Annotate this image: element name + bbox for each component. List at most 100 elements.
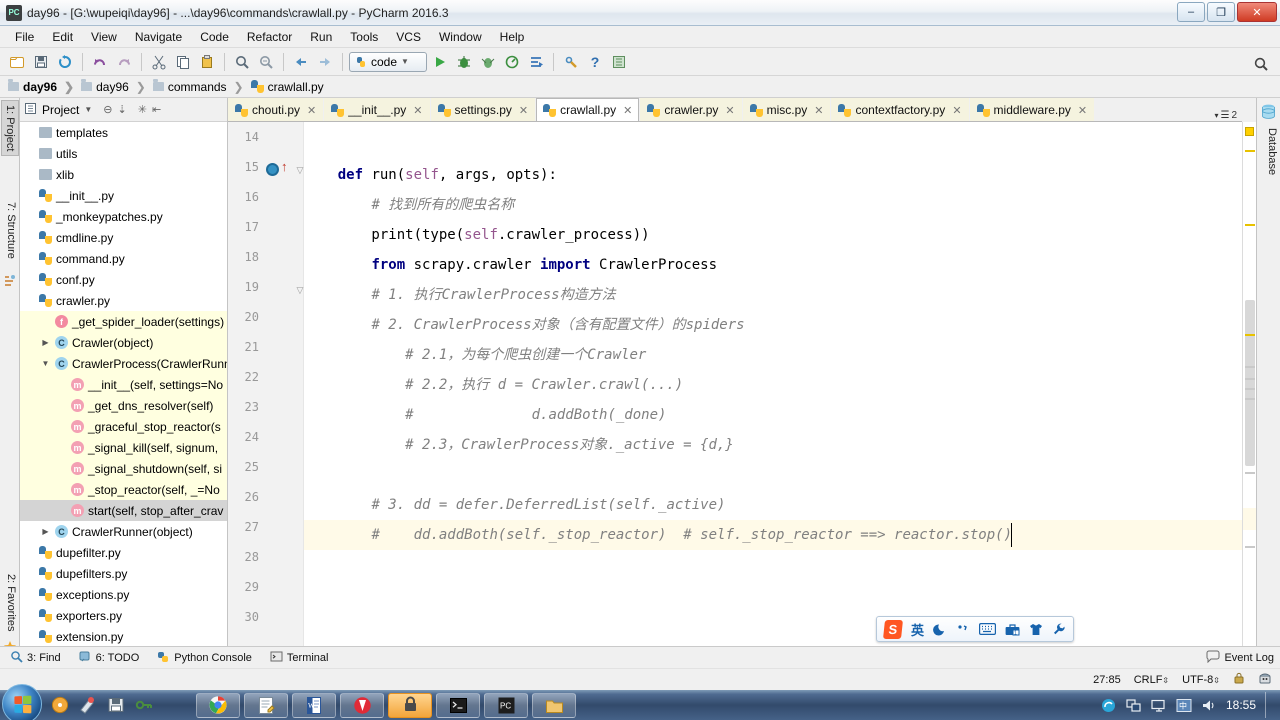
task-notepad[interactable] bbox=[244, 692, 288, 718]
code-line[interactable]: from scrapy.crawler import CrawlerProces… bbox=[304, 250, 1242, 280]
punctuation-icon[interactable] bbox=[956, 622, 970, 636]
editor-tab[interactable]: settings.py ✕ bbox=[430, 98, 536, 121]
sidebar-item-favorites[interactable]: 2: Favorites bbox=[1, 570, 19, 635]
task-pycharm[interactable]: PC bbox=[484, 692, 528, 718]
menu-refactor[interactable]: Refactor bbox=[238, 28, 301, 46]
code-editor[interactable]: 14 15 ▽ ↑ 16 17 18 19 ▽ 20 21 22 23 24 25 26 27 28 29 30 de… bbox=[228, 122, 1242, 646]
close-button[interactable]: ✕ bbox=[1237, 2, 1277, 22]
tree-item[interactable]: exceptions.py bbox=[20, 584, 227, 605]
wrench-icon[interactable] bbox=[1052, 622, 1066, 636]
status-item-find[interactable]: 3: Find bbox=[10, 650, 61, 666]
code-line[interactable] bbox=[304, 460, 1242, 490]
key-tool-icon[interactable] bbox=[134, 696, 153, 715]
tree-item[interactable]: m _stop_reactor(self, _=No bbox=[20, 479, 227, 500]
editor-marker-bar[interactable] bbox=[1242, 122, 1257, 646]
caret-position[interactable]: 27:85 bbox=[1093, 674, 1121, 686]
inspection-status-indicator[interactable] bbox=[1245, 127, 1254, 136]
code-line[interactable]: # dd.addBoth(self._stop_reactor) # self.… bbox=[304, 520, 1242, 550]
sogou-logo-icon[interactable]: S bbox=[883, 619, 903, 639]
tree-item[interactable]: ▶ C Crawler(object) bbox=[20, 332, 227, 353]
tree-item[interactable]: _monkeypatches.py bbox=[20, 206, 227, 227]
undo-icon[interactable] bbox=[89, 51, 111, 73]
close-icon[interactable]: ✕ bbox=[952, 104, 961, 117]
code-line[interactable]: # 找到所有的爬虫名称 bbox=[304, 190, 1242, 220]
debug-icon[interactable] bbox=[453, 51, 475, 73]
help-icon[interactable]: ? bbox=[584, 51, 606, 73]
status-item-event-log[interactable]: Event Log bbox=[1206, 650, 1274, 666]
code-line[interactable] bbox=[304, 550, 1242, 580]
breadcrumb-item-3[interactable]: crawlall.py bbox=[250, 80, 328, 94]
menu-window[interactable]: Window bbox=[430, 28, 491, 46]
marker-warning[interactable] bbox=[1245, 224, 1255, 226]
tree-item[interactable]: ▶ C CrawlerRunner(object) bbox=[20, 521, 227, 542]
code-line[interactable]: # 1. 执行CrawlerProcess构造方法 bbox=[304, 280, 1242, 310]
collapse-all-icon[interactable]: ⊖ bbox=[103, 103, 112, 116]
settings-gear-icon[interactable]: ✳ bbox=[138, 103, 147, 116]
keyboard-icon[interactable] bbox=[979, 623, 996, 635]
settings-icon[interactable] bbox=[560, 51, 582, 73]
marker-change[interactable] bbox=[1245, 398, 1255, 400]
menu-help[interactable]: Help bbox=[491, 28, 534, 46]
editor-tab[interactable]: middleware.py ✕ bbox=[969, 98, 1095, 121]
tree-item[interactable]: f _get_spider_loader(settings) bbox=[20, 311, 227, 332]
toolbox-icon[interactable]: 1 bbox=[1005, 623, 1020, 636]
tree-item[interactable]: m start(self, stop_after_crav bbox=[20, 500, 227, 521]
close-icon[interactable]: ✕ bbox=[1078, 104, 1087, 117]
override-method-icon[interactable]: ↑ bbox=[281, 159, 288, 174]
editor-gutter[interactable]: 14 15 ▽ ↑ 16 17 18 19 ▽ 20 21 22 23 24 25 26 27 28 29 30 bbox=[228, 122, 304, 646]
editor-tab[interactable]: misc.py ✕ bbox=[742, 98, 831, 121]
chevron-down-icon[interactable]: ▾ bbox=[1214, 111, 1218, 120]
tree-item[interactable]: extension.py bbox=[20, 626, 227, 646]
tree-item[interactable]: xlib bbox=[20, 164, 227, 185]
minimize-button[interactable]: – bbox=[1177, 2, 1205, 22]
tab-overflow-indicator[interactable]: ▾ ☰ 2 bbox=[1214, 110, 1242, 121]
status-item-python-console[interactable]: Python Console bbox=[157, 650, 252, 666]
chevron-down-icon[interactable]: ▼ bbox=[401, 57, 409, 66]
coverage-icon[interactable] bbox=[477, 51, 499, 73]
code-line[interactable]: # 2.2，执行 d = Crawler.crawl(...) bbox=[304, 370, 1242, 400]
code-line[interactable]: # 3. dd = defer.DeferredList(self._activ… bbox=[304, 490, 1242, 520]
tree-item[interactable]: dupefilter.py bbox=[20, 542, 227, 563]
run-icon[interactable] bbox=[429, 51, 451, 73]
breadcrumb-item-2[interactable]: commands ❯ bbox=[152, 79, 251, 94]
tree-item[interactable]: utils bbox=[20, 143, 227, 164]
sidebar-item-structure[interactable]: 7: Structure bbox=[1, 198, 19, 263]
editor-scrollbar-thumb[interactable] bbox=[1245, 300, 1255, 466]
close-icon[interactable]: ✕ bbox=[413, 104, 422, 117]
editor-tab[interactable]: chouti.py ✕ bbox=[228, 98, 324, 121]
cut-icon[interactable] bbox=[148, 51, 170, 73]
search-icon[interactable] bbox=[231, 51, 253, 73]
code-line[interactable] bbox=[304, 610, 1242, 640]
menu-view[interactable]: View bbox=[82, 28, 126, 46]
tree-item[interactable]: m _signal_shutdown(self, si bbox=[20, 458, 227, 479]
tree-expander-icon[interactable]: ▼ bbox=[40, 359, 51, 368]
menu-code[interactable]: Code bbox=[191, 28, 238, 46]
ime-tray-icon[interactable]: 中 bbox=[1176, 697, 1192, 713]
menu-edit[interactable]: Edit bbox=[43, 28, 82, 46]
save-all-icon[interactable] bbox=[30, 51, 52, 73]
close-icon[interactable]: ✕ bbox=[519, 104, 528, 117]
task-word[interactable]: W bbox=[292, 692, 336, 718]
code-line[interactable]: # d.addBoth(_done) bbox=[304, 400, 1242, 430]
editor-tab[interactable]: crawler.py ✕ bbox=[640, 98, 742, 121]
code-line[interactable]: # 2.3，CrawlerProcess对象._active = {d,} bbox=[304, 430, 1242, 460]
profile-icon[interactable] bbox=[501, 51, 523, 73]
tree-expander-icon[interactable]: ▶ bbox=[40, 527, 51, 536]
menu-vcs[interactable]: VCS bbox=[387, 28, 430, 46]
search-everywhere-icon[interactable] bbox=[1250, 53, 1272, 75]
redo-icon[interactable] bbox=[113, 51, 135, 73]
sogou-ime-toolbar[interactable]: S 英 1 bbox=[876, 616, 1074, 642]
marker-change[interactable] bbox=[1245, 388, 1255, 390]
code-line[interactable]: print(type(self.crawler_process)) bbox=[304, 220, 1242, 250]
marker-warning[interactable] bbox=[1245, 334, 1255, 336]
task-pycharm-box[interactable] bbox=[388, 692, 432, 718]
tree-item[interactable]: m _get_dns_resolver(self) bbox=[20, 395, 227, 416]
chevron-down-icon[interactable]: ▼ bbox=[84, 105, 92, 114]
marker-warning[interactable] bbox=[1245, 150, 1255, 152]
volume-icon[interactable] bbox=[1201, 697, 1217, 713]
editor-tab[interactable]: __init__.py ✕ bbox=[324, 98, 430, 121]
tree-item[interactable]: templates bbox=[20, 122, 227, 143]
task-cmd[interactable] bbox=[436, 692, 480, 718]
editor-tab[interactable]: crawlall.py ✕ bbox=[536, 98, 640, 121]
code-line[interactable]: def run(self, args, opts): bbox=[304, 160, 1242, 190]
